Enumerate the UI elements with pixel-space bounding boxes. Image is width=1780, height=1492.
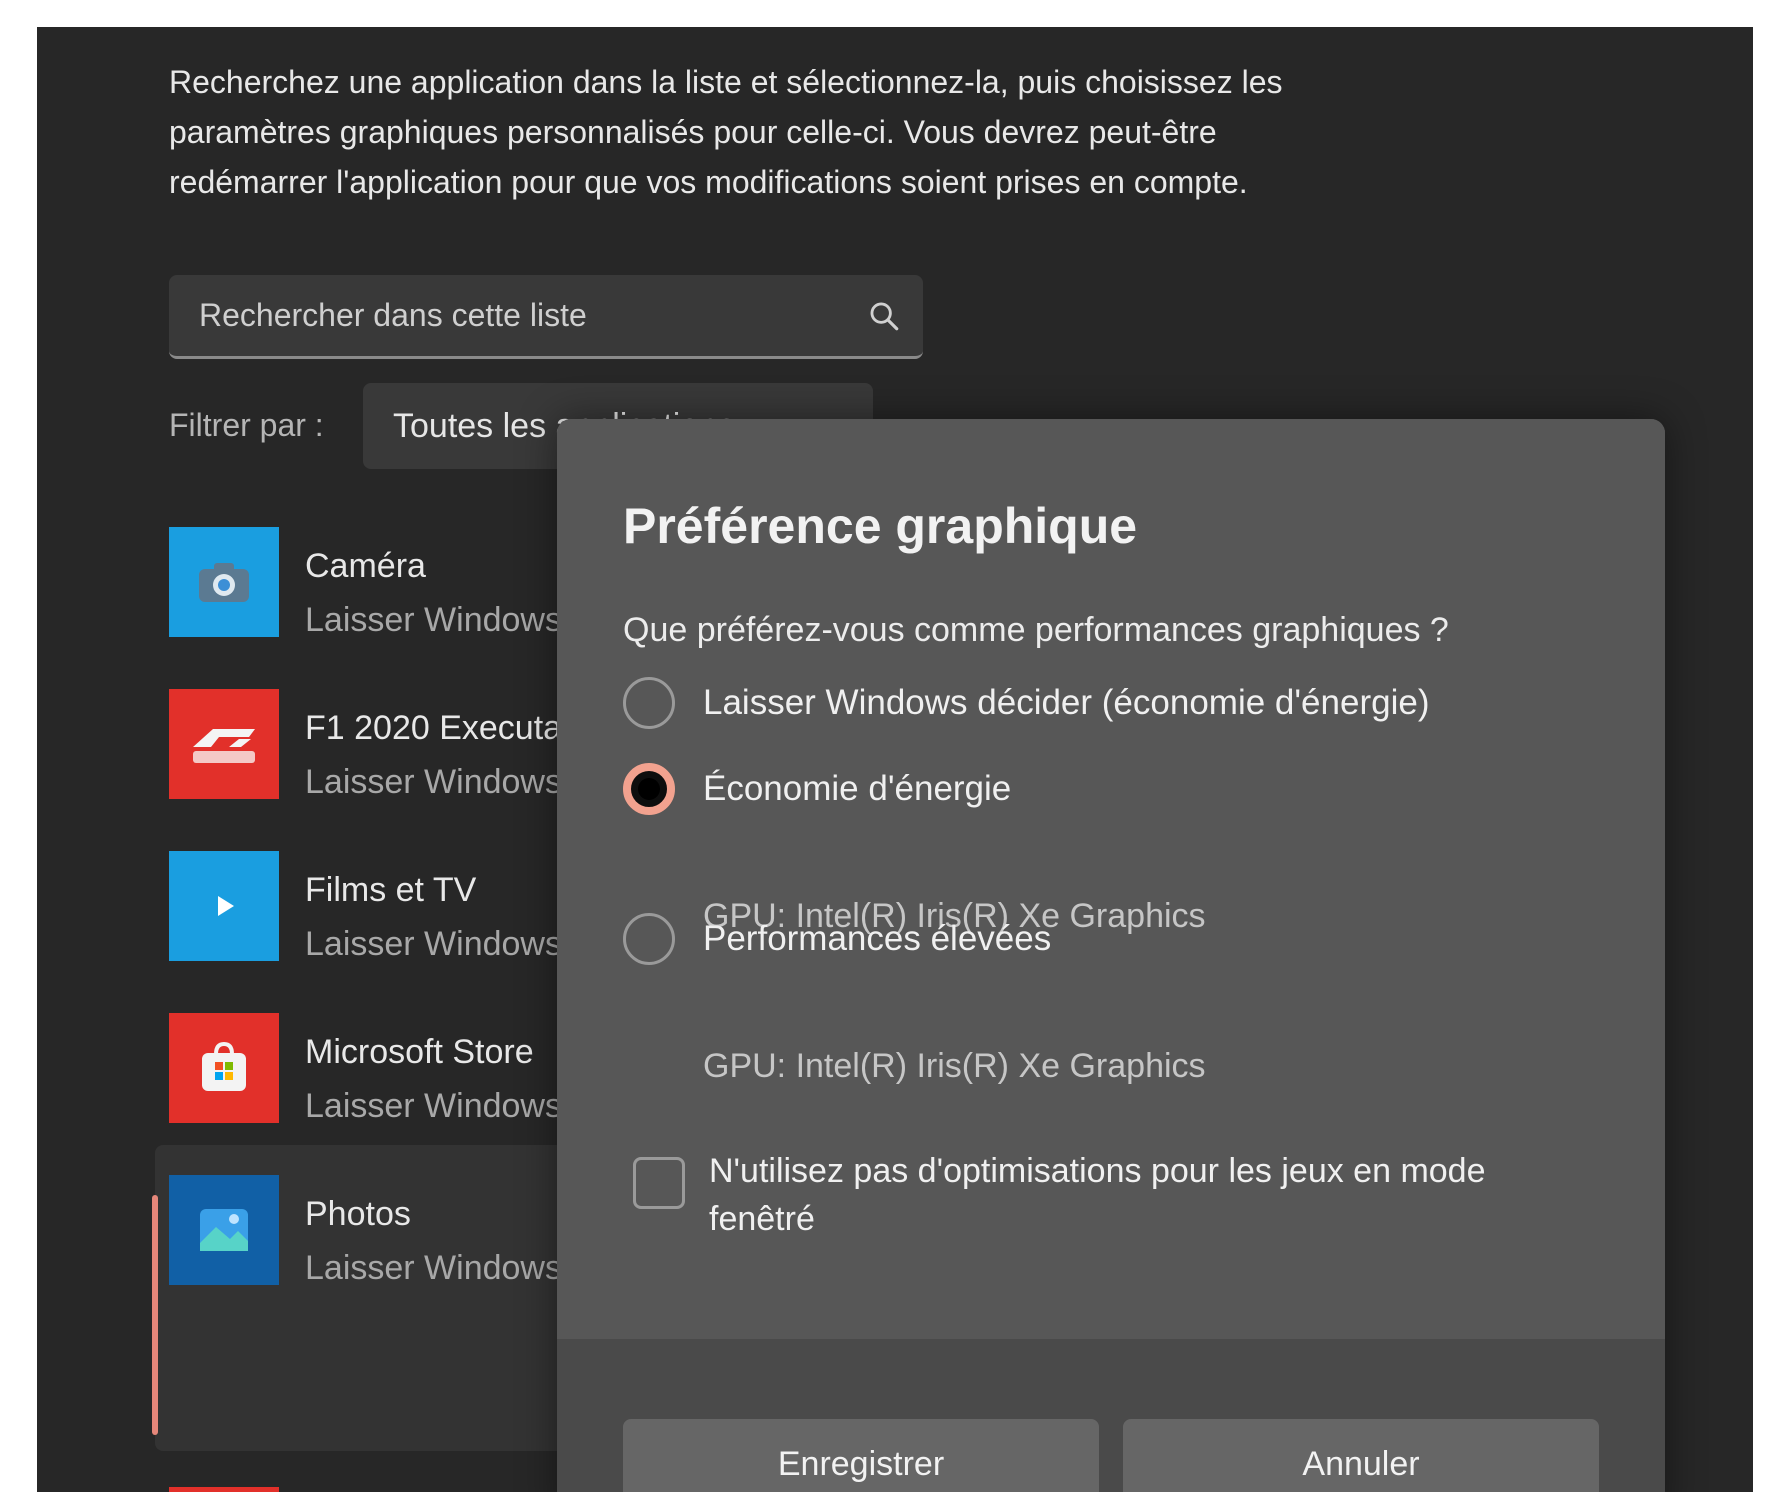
selected-indicator [152,1195,158,1435]
search-box[interactable] [169,275,923,359]
app-name: Films et TV [305,871,477,909]
app-name: Microsoft Store [305,1033,534,1071]
radio-button[interactable] [623,677,675,729]
option-gpu-info: GPU: Intel(R) Iris(R) Xe Graphics [703,1047,1206,1085]
store-icon [169,1013,279,1123]
f1-icon [169,689,279,799]
intro-text: Recherchez une application dans la liste… [169,64,1283,200]
app-name: Caméra [305,547,426,585]
graphics-preference-dialog: Préférence graphique Que préférez-vous c… [557,419,1665,1492]
checkbox-label: N'utilisez pas d'optimisations pour les … [709,1152,1486,1238]
checkbox[interactable] [633,1157,685,1209]
option-label: Laisser Windows décider (économie d'éner… [703,683,1430,722]
search-input[interactable] [169,275,829,355]
settings-window: Recherchez une application dans la liste… [37,27,1753,1492]
option-label: Économie d'énergie [703,769,1012,808]
option-label: Performances élevées [703,919,1052,958]
app-item-partial [169,1487,279,1492]
photos-icon [169,1175,279,1285]
save-button[interactable]: Enregistrer [623,1419,1099,1492]
radio-button-selected[interactable] [623,763,675,815]
app-name: Photos [305,1195,411,1233]
search-icon[interactable] [867,299,901,333]
dialog-title: Préférence graphique [623,498,1138,554]
dialog-question: Que préférez-vous comme performances gra… [623,611,1449,649]
filter-label: Filtrer par : [169,407,324,443]
cancel-button[interactable]: Annuler [1123,1419,1599,1492]
camera-icon [169,527,279,637]
radio-button[interactable] [623,913,675,965]
play-icon [169,851,279,961]
